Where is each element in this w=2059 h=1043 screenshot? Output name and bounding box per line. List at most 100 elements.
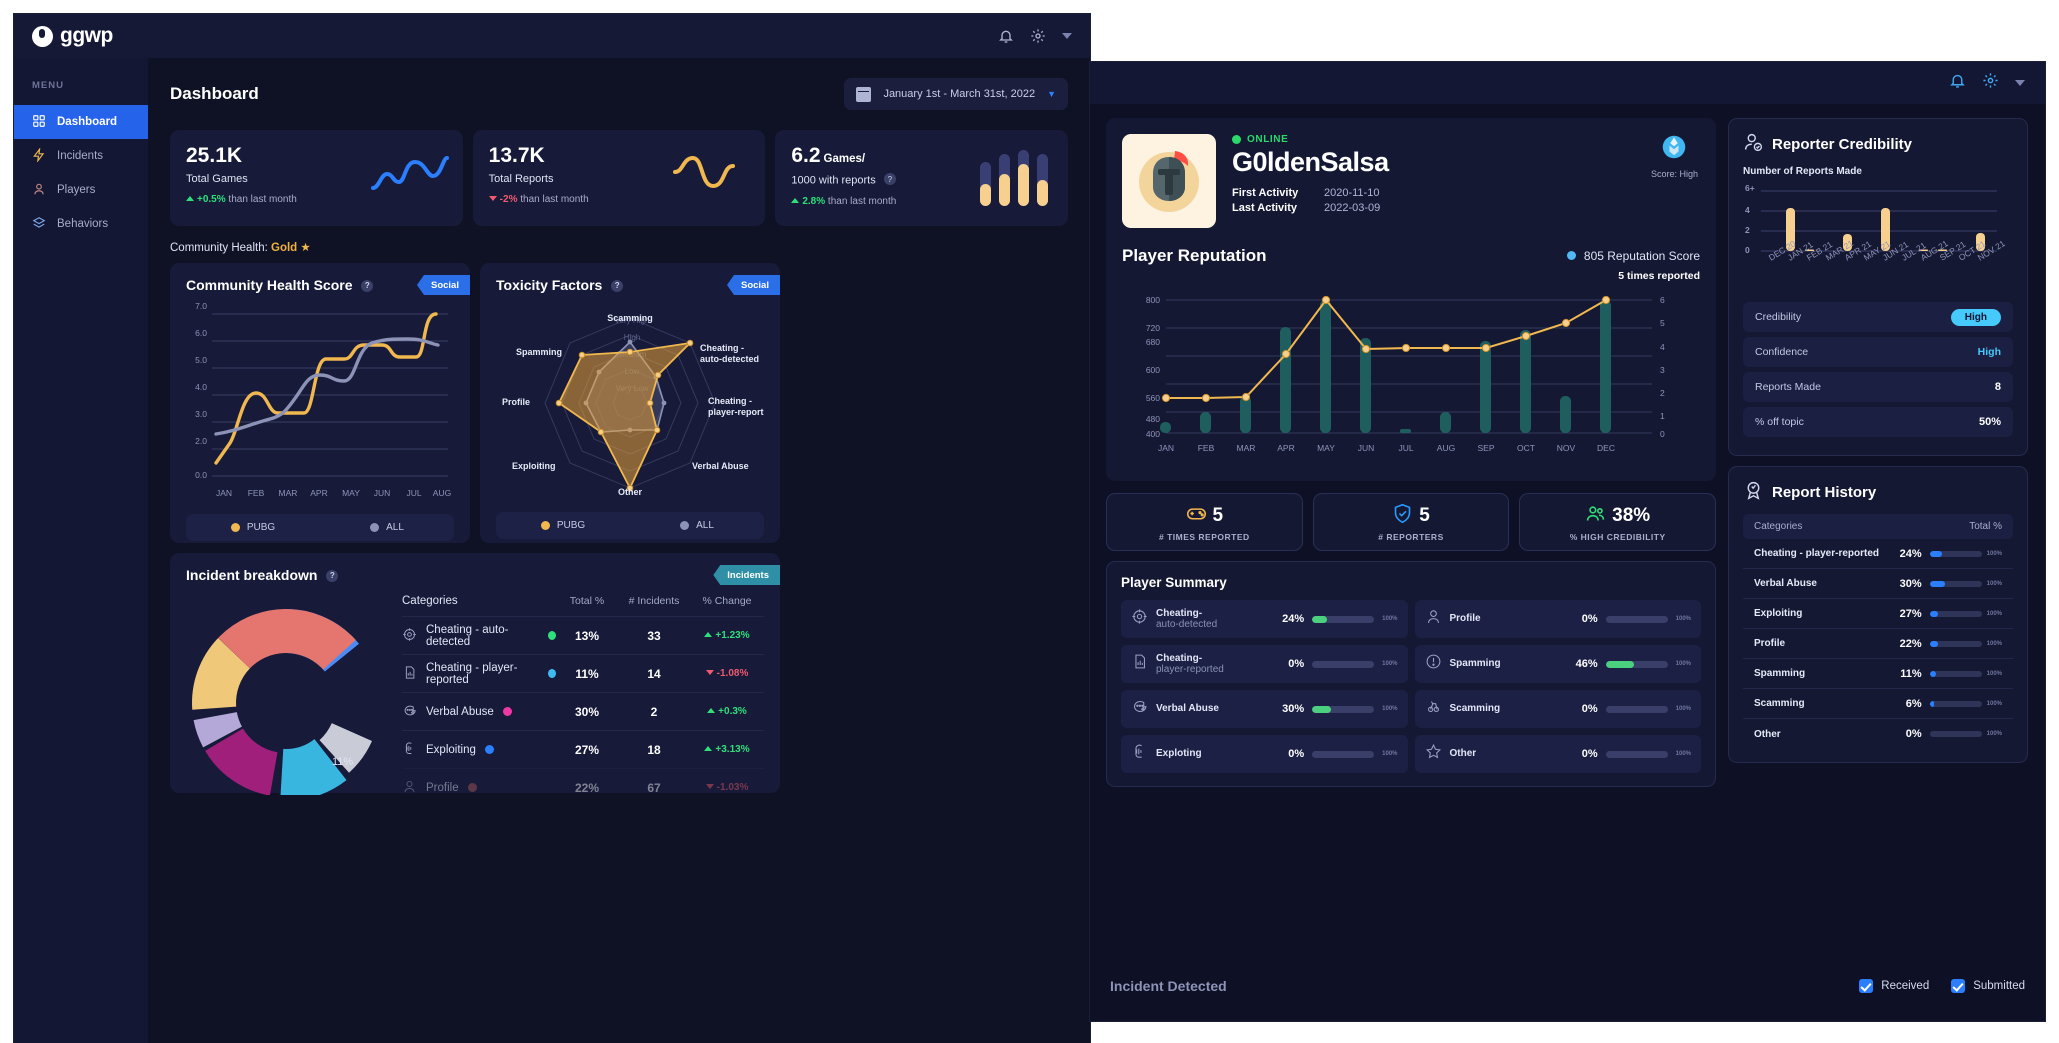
page-title: Dashboard: [170, 84, 259, 103]
legend-item-all[interactable]: ALL: [630, 512, 764, 539]
summary-item-profile[interactable]: Profile 0% 100%: [1414, 600, 1701, 638]
table-row[interactable]: Cheating - auto-detected 13% 33 +1.23%: [402, 616, 764, 654]
card-subtitle: Number of Reports Made: [1743, 166, 1862, 177]
svg-text:FEB: FEB: [248, 488, 265, 498]
svg-text:720: 720: [1146, 323, 1160, 333]
chevron-down-icon[interactable]: ▼: [1047, 89, 1056, 99]
legend-dot-icon: [370, 523, 380, 532]
svg-text:2: 2: [1660, 388, 1665, 398]
help-icon[interactable]: ?: [883, 173, 896, 185]
svg-text:0.0: 0.0: [195, 470, 207, 480]
row-category: Verbal Abuse: [426, 705, 494, 718]
row-bar: [1929, 731, 1982, 737]
checkbox-icon[interactable]: [1859, 979, 1874, 993]
table-row[interactable]: Verbal Abuse 30% 100%: [1743, 569, 2013, 599]
table-row[interactable]: Profile 22% 100%: [1743, 629, 2013, 659]
row-label: Confidence: [1755, 346, 1809, 358]
donut-slice-label: 11%: [332, 756, 353, 768]
checkbox-label: Submitted: [1973, 980, 2025, 992]
table-row[interactable]: Profile 22% 67 -1.03%: [402, 768, 764, 806]
row-pct: 27%: [1899, 607, 1922, 620]
gear-icon[interactable]: [1982, 72, 1999, 94]
table-row[interactable]: Other 0% 100%: [1743, 719, 2013, 749]
table-row[interactable]: Spamming 11% 100%: [1743, 659, 2013, 689]
player-content: ONLINE G0ldenSalsa First Activity 2020-1…: [1090, 104, 2045, 801]
trend-down-icon: [705, 670, 714, 675]
gear-icon[interactable]: [1030, 28, 1046, 44]
brand-name: ggwp: [60, 24, 113, 47]
sidebar-item-behaviors[interactable]: Behaviors: [14, 207, 148, 241]
table-row[interactable]: Scamming 6% 100%: [1743, 689, 2013, 719]
chevron-down-icon[interactable]: [2015, 80, 2025, 86]
panel-ribbon: Social: [727, 275, 780, 295]
help-icon[interactable]: ?: [361, 279, 374, 292]
table-row[interactable]: Verbal Abuse 30% 2 +0.3%: [402, 692, 764, 730]
radar-label-cheating-auto: Cheating -: [700, 343, 744, 353]
row-pct: 0%: [1905, 728, 1922, 740]
logo-mark-icon: [32, 25, 53, 47]
sidebar-item-label: Dashboard: [57, 116, 118, 128]
row-bar: [1929, 610, 1982, 617]
person-icon: [1425, 608, 1442, 630]
sidebar-item-incidents[interactable]: Incidents: [14, 139, 148, 173]
report-icon: [402, 665, 417, 683]
summary-item-spamming[interactable]: Spamming 46% 100%: [1414, 645, 1701, 683]
checkbox-icon[interactable]: [1951, 979, 1966, 993]
svg-text:JUN: JUN: [1358, 443, 1375, 453]
sidebar-item-players[interactable]: Players: [14, 173, 148, 207]
chevron-down-icon[interactable]: [1062, 33, 1072, 39]
credibility-row-reports-made: Reports Made 8: [1743, 372, 2013, 402]
summary-item-exploting[interactable]: Exploting 0% 100%: [1121, 735, 1408, 773]
table-row[interactable]: Cheating - player-reported 11% 14 -1.08%: [402, 654, 764, 692]
summary-item-scamming[interactable]: Scamming 0% 100%: [1414, 690, 1701, 728]
table-row[interactable]: Exploiting 27% 100%: [1743, 599, 2013, 629]
summary-item-other[interactable]: Other 0% 100%: [1414, 735, 1701, 773]
score-shield-icon: [1663, 135, 1686, 159]
report-icon: [1131, 653, 1148, 675]
sidebar-item-dashboard[interactable]: Dashboard: [14, 105, 148, 139]
status-dot-icon: [467, 783, 477, 792]
svg-text:2: 2: [1745, 225, 1750, 235]
legend-dot-icon: [680, 521, 690, 530]
summary-bar-max: 100%: [1675, 616, 1691, 622]
summary-pct: 0%: [1581, 748, 1598, 760]
summary-item-verbal-abuse[interactable]: Verbal Abuse 30% 100%: [1121, 690, 1408, 728]
help-icon[interactable]: ?: [326, 569, 339, 582]
scam-icon: [1425, 698, 1442, 720]
legend-item-pubg[interactable]: PUBG: [186, 514, 320, 541]
table-row[interactable]: Cheating - player-reported 24% 100%: [1743, 539, 2013, 569]
radar-label-spamming: Spamming: [516, 347, 562, 357]
stat-label-text: 1000 with reports: [791, 174, 876, 187]
card-title: Report History: [1772, 484, 1877, 501]
help-icon[interactable]: ?: [611, 279, 624, 292]
checkbox-submitted[interactable]: Submitted: [1951, 979, 2025, 993]
summary-item-cheating-player[interactable]: Cheating-player-reported 0% 100%: [1121, 645, 1408, 683]
brand-logo[interactable]: ggwp: [32, 24, 113, 48]
kpi-value: 38%: [1612, 505, 1651, 526]
card-header: Report History: [1743, 480, 2013, 505]
row-bar-max: 100%: [1986, 550, 2002, 557]
sidebar-section-label: MENU: [32, 80, 64, 91]
player-detail-window: ONLINE G0ldenSalsa First Activity 2020-1…: [1090, 62, 2045, 1021]
svg-text:3: 3: [1660, 365, 1665, 375]
stat-delta-value: +0.5%: [197, 194, 226, 205]
svg-text:SEP: SEP: [1477, 443, 1494, 453]
bell-icon[interactable]: [998, 28, 1014, 44]
date-range-picker[interactable]: January 1st - March 31st, 2022 ▼: [844, 78, 1068, 110]
stat-delta-value: -2%: [499, 194, 518, 205]
svg-text:MAY: MAY: [342, 488, 360, 498]
summary-item-cheating-auto[interactable]: Cheating-auto-detected 24% 100%: [1121, 600, 1408, 638]
row-bar: [1929, 700, 1982, 707]
trend-up-icon: [186, 196, 194, 201]
bell-icon[interactable]: [1949, 72, 1966, 94]
row-bar: [1929, 550, 1982, 557]
last-activity-row: Last Activity 2022-03-09: [1232, 202, 1700, 214]
legend-item-pubg[interactable]: PUBG: [496, 512, 630, 539]
row-label: Reports Made: [1755, 381, 1821, 393]
row-category: Exploiting: [426, 743, 476, 756]
table-row[interactable]: Exploiting 27% 18 +3.13%: [402, 730, 764, 768]
legend-item-all[interactable]: ALL: [320, 514, 454, 541]
dashboard-topbar: ggwp: [14, 14, 1090, 58]
checkbox-received[interactable]: Received: [1859, 979, 1929, 993]
community-health-tier: Gold: [271, 242, 298, 254]
